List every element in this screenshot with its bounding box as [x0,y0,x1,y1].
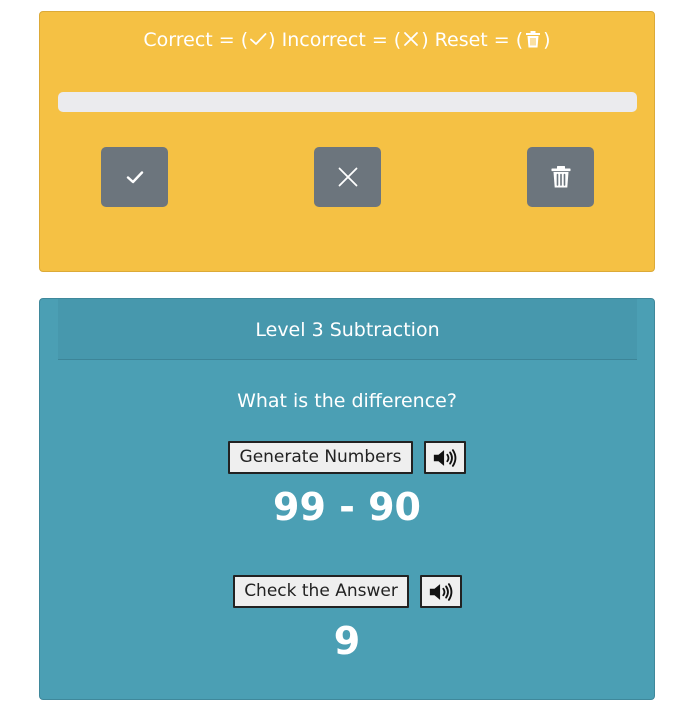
generate-numbers-button[interactable]: Generate Numbers [228,441,413,474]
legend-end-label: ) [543,29,551,51]
score-panel: Correct = ( ) Incorrect = ( ) Reset = () [39,11,655,272]
correct-button[interactable] [101,147,168,207]
problem-display: 99 - 90 [273,485,421,529]
reset-button[interactable] [527,147,594,207]
trash-icon [551,166,570,188]
legend: Correct = ( ) Incorrect = ( ) Reset = () [40,26,654,54]
legend-correct-label: Correct = ( [143,29,249,51]
incorrect-button[interactable] [314,147,381,207]
x-icon [338,167,357,187]
speak-answer-button[interactable] [420,575,462,608]
legend-incorrect-label: ) Incorrect = ( [268,29,402,51]
score-progress-bar [58,92,637,112]
speaker-icon [429,582,453,601]
quiz-title: Level 3 Subtraction [58,299,637,360]
speaker-icon [433,448,457,467]
check-answer-button[interactable]: Check the Answer [233,575,409,608]
trash-icon [526,31,541,48]
answer-display: 9 [333,619,361,663]
legend-reset-label: ) Reset = ( [421,29,524,51]
check-icon [250,33,267,45]
speak-problem-button[interactable] [424,441,466,474]
question-text: What is the difference? [237,390,457,412]
x-icon [404,32,419,46]
quiz-panel: Level 3 Subtraction What is the differen… [39,298,655,700]
check-icon [126,171,143,184]
